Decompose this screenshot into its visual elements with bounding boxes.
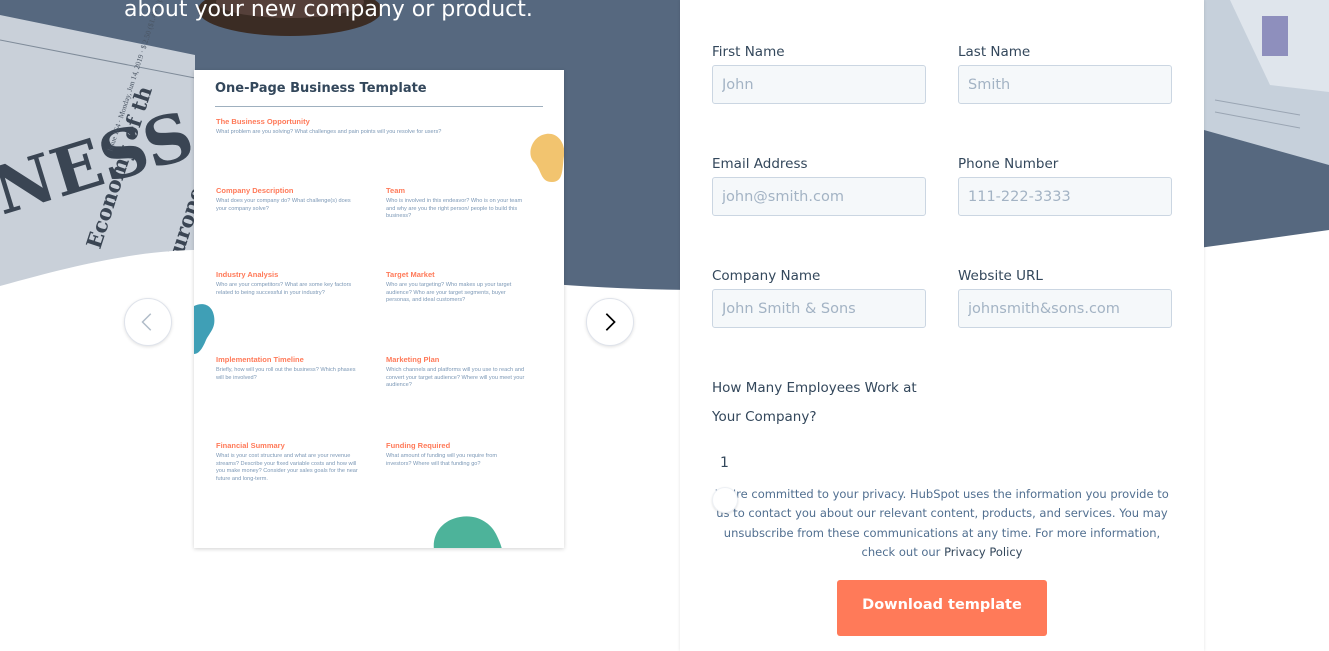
- template-section: Marketing Plan Which channels and platfo…: [386, 355, 532, 390]
- last-name-field: Last Name: [958, 43, 1172, 104]
- template-section: Company Description What does your compa…: [216, 186, 356, 213]
- template-title-divider: [215, 106, 543, 107]
- employees-value[interactable]: 1: [720, 455, 729, 471]
- company-name-label: Company Name: [712, 268, 821, 284]
- template-preview-card: One-Page Business Template The Business …: [194, 70, 564, 548]
- template-section-heading: Marketing Plan: [386, 355, 440, 364]
- template-section-heading: Industry Analysis: [216, 270, 279, 279]
- download-form: First Name Last Name Email Address Phone…: [680, 0, 1204, 651]
- chevron-left-icon: [141, 313, 152, 331]
- template-section-text: Who are you targeting? Who makes up your…: [386, 282, 512, 303]
- template-section-heading: The Business Opportunity: [216, 117, 310, 126]
- phone-input[interactable]: [958, 177, 1172, 216]
- website-label: Website URL: [958, 268, 1043, 284]
- first-name-input[interactable]: [712, 65, 926, 104]
- carousel-next-button[interactable]: [586, 298, 634, 346]
- template-section-heading: Financial Summary: [216, 441, 285, 450]
- phone-label: Phone Number: [958, 156, 1059, 172]
- hero-heading: about your new company or product.: [124, 0, 533, 22]
- email-label: Email Address: [712, 156, 808, 172]
- website-field: Website URL: [958, 267, 1172, 328]
- privacy-notice: We're committed to your privacy. HubSpot…: [714, 485, 1170, 562]
- template-title: One-Page Business Template: [215, 81, 427, 96]
- template-section-heading: Company Description: [216, 186, 294, 195]
- template-section: Team Who is involved in this endeavor? W…: [386, 186, 526, 221]
- company-name-input[interactable]: [712, 289, 926, 328]
- template-section: Implementation Timeline Briefly, how wil…: [216, 355, 356, 382]
- template-section-text: What amount of funding will you require …: [386, 453, 497, 467]
- email-field: Email Address: [712, 155, 926, 216]
- template-section: The Business Opportunity What problem ar…: [216, 117, 506, 137]
- template-section-heading: Implementation Timeline: [216, 355, 304, 364]
- chevron-right-icon: [605, 313, 616, 331]
- template-section: Target Market Who are you targeting? Who…: [386, 270, 526, 305]
- decorative-blob-blue: [194, 304, 215, 354]
- template-section-text: What problem are you solving? What chall…: [216, 129, 442, 135]
- template-section: Financial Summary What is your cost stru…: [216, 441, 362, 483]
- privacy-consent-toggle[interactable]: [712, 487, 738, 513]
- privacy-policy-link[interactable]: Privacy Policy: [944, 545, 1022, 559]
- first-name-field: First Name: [712, 43, 926, 104]
- decorative-blob-green: [433, 516, 502, 548]
- employees-label: How Many Employees Work at Your Company?: [712, 380, 917, 425]
- company-name-field: Company Name: [712, 267, 926, 328]
- template-section-text: Briefly, how will you roll out the busin…: [216, 367, 356, 381]
- template-section-text: Who is involved in this endeavor? Who is…: [386, 198, 523, 219]
- template-section: Industry Analysis Who are your competito…: [216, 270, 356, 297]
- last-name-input[interactable]: [958, 65, 1172, 104]
- template-section-heading: Target Market: [386, 270, 435, 279]
- website-input[interactable]: [958, 289, 1172, 328]
- email-input[interactable]: [712, 177, 926, 216]
- template-section-text: What does your company do? What challeng…: [216, 198, 351, 212]
- template-section-heading: Team: [386, 186, 406, 195]
- template-section-text: What is your cost structure and what are…: [216, 453, 358, 482]
- privacy-text: We're committed to your privacy. HubSpot…: [715, 487, 1169, 559]
- template-section-heading: Funding Required: [386, 441, 451, 450]
- phone-field: Phone Number: [958, 155, 1172, 216]
- decorative-blob-yellow: [530, 133, 564, 182]
- first-name-label: First Name: [712, 44, 785, 60]
- template-section: Funding Required What amount of funding …: [386, 441, 516, 468]
- last-name-label: Last Name: [958, 44, 1031, 60]
- template-section-text: Who are your competitors? What are some …: [216, 282, 352, 296]
- carousel-prev-button[interactable]: [124, 298, 172, 346]
- download-template-button[interactable]: Download template: [837, 580, 1047, 636]
- template-section-text: Which channels and platforms will you us…: [386, 367, 525, 388]
